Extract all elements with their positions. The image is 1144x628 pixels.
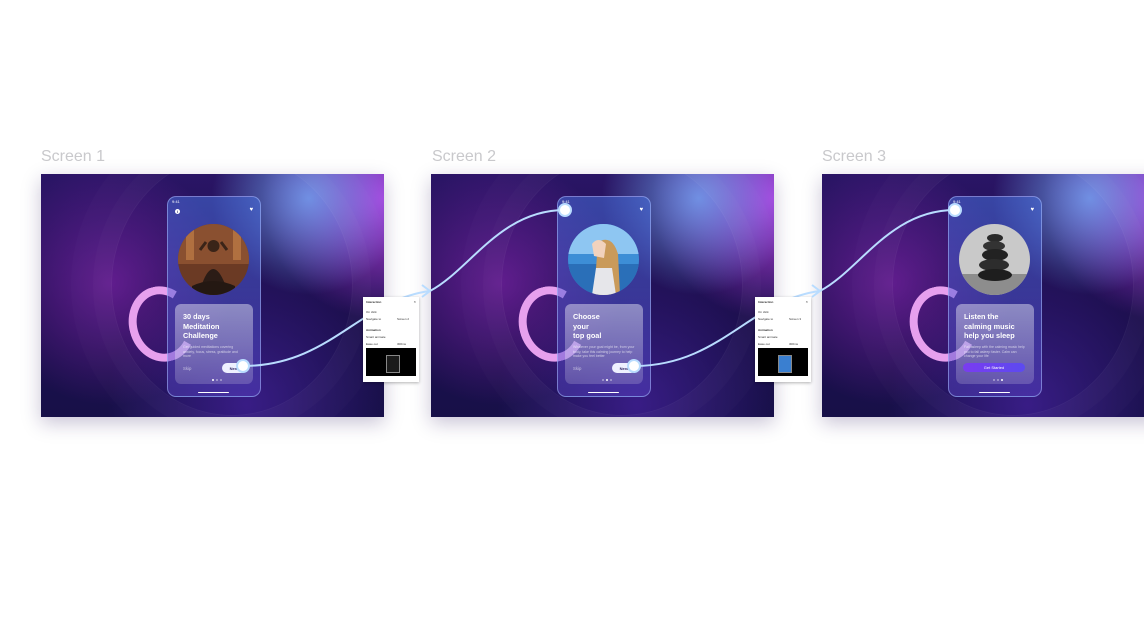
connector-arrow-icon [811, 284, 822, 298]
get-started-button[interactable]: Get Started [963, 363, 1025, 372]
action-select[interactable]: Navigate to [758, 317, 773, 321]
status-time: 9:41 [562, 199, 570, 204]
meditation-photo [178, 224, 249, 295]
skip-link[interactable]: Skip [183, 366, 191, 371]
animation-select[interactable]: Smart animate [366, 335, 386, 339]
pagination-dots [600, 379, 616, 382]
card-title: Listen the calming music help you sleep [964, 312, 1015, 341]
heart-icon[interactable]: ♥ [1030, 207, 1034, 213]
page-dot [993, 379, 995, 381]
interaction-panel-2[interactable]: Interaction × On click Navigate to Scree… [755, 297, 811, 382]
connector-arrow-icon [421, 284, 432, 298]
card-description: Get guided meditations covering anxiety,… [183, 345, 238, 358]
animation-preview [366, 348, 416, 376]
frame-screen-3[interactable]: 9:41 i ♥ Listen the calming music help y… [822, 174, 1144, 417]
easing-select[interactable]: Ease out [758, 342, 770, 346]
page-dot [1001, 379, 1003, 381]
page-dot [610, 379, 612, 381]
duration-field[interactable]: 300ms [789, 342, 798, 346]
onboarding-card: Listen the calming music help you sleep … [956, 304, 1034, 384]
next-button[interactable]: Next [612, 363, 636, 373]
pagination-dots [210, 379, 226, 382]
trigger-select[interactable]: On click [758, 310, 769, 314]
frame-screen-1[interactable]: 9:41 i ♥ 30 days Meditation Challenge Ge… [41, 174, 384, 417]
home-indicator [198, 391, 229, 393]
card-title: 30 days Meditation Challenge [183, 312, 220, 341]
status-time: 9:41 [172, 199, 180, 204]
page-dot [602, 379, 604, 381]
page-dot [212, 379, 214, 381]
phone-thumbnail-icon [386, 355, 400, 373]
heart-icon[interactable]: ♥ [249, 207, 253, 213]
close-icon[interactable]: × [414, 299, 416, 304]
card-description: Fall asleep with the calming music help … [964, 345, 1025, 358]
next-button[interactable]: Next [222, 363, 246, 373]
onboarding-card: 30 days Meditation Challenge Get guided … [175, 304, 253, 384]
frame-label-screen-3[interactable]: Screen 3 [822, 148, 886, 166]
phone-thumbnail-icon [778, 355, 792, 373]
status-time: 9:41 [953, 199, 961, 204]
frame-screen-2[interactable]: 9:41 i ♥ Choose your top goal Whatever y… [431, 174, 774, 417]
info-icon[interactable]: i [175, 209, 180, 214]
trigger-select[interactable]: On click [366, 310, 377, 314]
skip-link[interactable]: Skip [573, 366, 581, 371]
woman-photo [568, 224, 639, 295]
card-title: Choose your top goal [573, 312, 602, 341]
info-icon[interactable]: i [956, 209, 961, 214]
stones-photo [959, 224, 1030, 295]
page-dot [606, 379, 608, 381]
page-dot [997, 379, 999, 381]
action-select[interactable]: Navigate to [366, 317, 381, 321]
panel-title: Interaction [366, 300, 382, 304]
destination-select[interactable]: Screen 2 [397, 317, 409, 321]
animation-preview [758, 348, 808, 376]
frame-label-screen-2[interactable]: Screen 2 [432, 148, 496, 166]
phone-mockup: 9:41 i ♥ Listen the calming music help y… [948, 196, 1042, 397]
frame-label-screen-1[interactable]: Screen 1 [41, 148, 105, 166]
close-icon[interactable]: × [806, 299, 808, 304]
home-indicator [979, 391, 1010, 393]
interaction-panel-1[interactable]: Interaction × On click Navigate to Scree… [363, 297, 419, 382]
phone-mockup: 9:41 i ♥ 30 days Meditation Challenge Ge… [167, 196, 261, 397]
pagination-dots [991, 379, 1007, 382]
onboarding-card: Choose your top goal Whatever your goal … [565, 304, 643, 384]
phone-mockup: 9:41 i ♥ Choose your top goal Whatever y… [557, 196, 651, 397]
card-description: Whatever your goal might be, from your b… [573, 345, 635, 358]
panel-title: Interaction [758, 300, 774, 304]
animation-select[interactable]: Smart animate [758, 335, 778, 339]
page-dot [220, 379, 222, 381]
destination-select[interactable]: Screen 3 [789, 317, 801, 321]
info-icon[interactable]: i [565, 209, 570, 214]
heart-icon[interactable]: ♥ [639, 207, 643, 213]
animation-heading: Animation [758, 328, 773, 332]
animation-heading: Animation [366, 328, 381, 332]
duration-field[interactable]: 300ms [397, 342, 406, 346]
easing-select[interactable]: Ease out [366, 342, 378, 346]
page-dot [216, 379, 218, 381]
home-indicator [588, 391, 619, 393]
